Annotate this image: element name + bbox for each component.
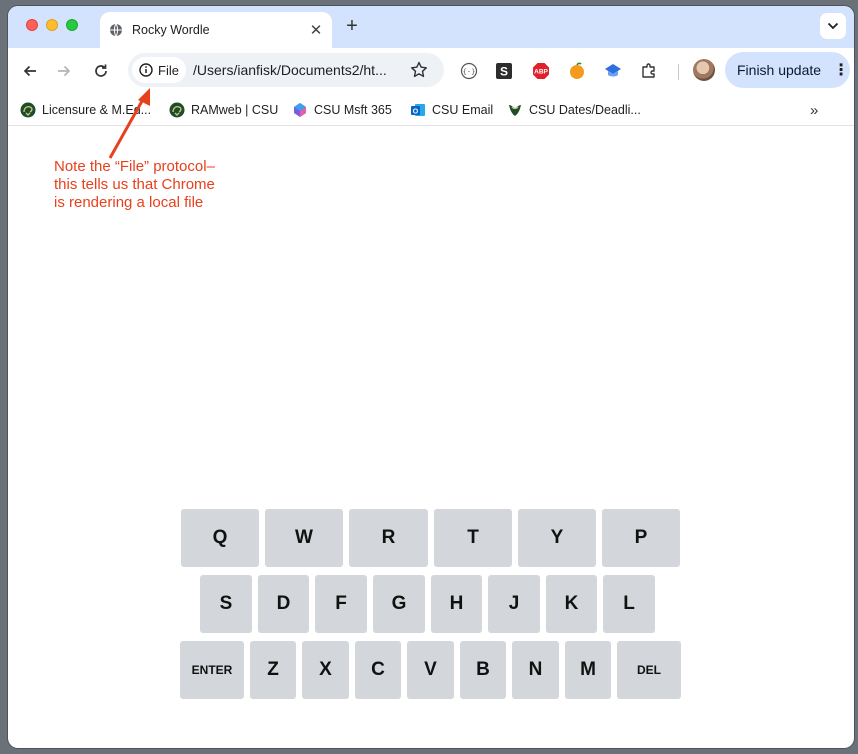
tab-search-button[interactable] bbox=[820, 13, 846, 39]
globe-icon bbox=[109, 23, 123, 37]
reload-icon bbox=[95, 64, 107, 77]
svg-text:ABP: ABP bbox=[534, 69, 548, 76]
key-g[interactable]: G bbox=[373, 575, 425, 633]
annotation-arrow bbox=[108, 88, 150, 159]
blue-extension-icon[interactable] bbox=[603, 61, 623, 81]
key-p[interactable]: P bbox=[602, 509, 680, 567]
url-text[interactable]: /Users/ianfisk/Documents2/ht... bbox=[193, 62, 387, 78]
profile-avatar[interactable] bbox=[693, 59, 715, 81]
more-options-icon[interactable]: ⋮ bbox=[833, 60, 849, 80]
bookmark-star-icon[interactable] bbox=[409, 60, 429, 80]
tab-close-icon[interactable]: ✕ bbox=[306, 21, 326, 39]
tab-strip: Rocky Wordle ✕ + bbox=[8, 6, 854, 48]
finish-update-button[interactable]: Finish update ⋮ bbox=[725, 52, 850, 88]
info-icon bbox=[139, 63, 153, 77]
bookmark-item-csu-dates[interactable]: CSU Dates/Deadli... bbox=[507, 99, 641, 121]
bookmark-label: CSU Dates/Deadli... bbox=[529, 103, 641, 117]
bookmark-label: RAMweb | CSU bbox=[191, 103, 279, 117]
key-w[interactable]: W bbox=[265, 509, 343, 567]
tab-rocky-wordle[interactable]: Rocky Wordle ✕ bbox=[100, 12, 332, 48]
key-k[interactable]: K bbox=[546, 575, 597, 633]
key-l[interactable]: L bbox=[603, 575, 655, 633]
key-h[interactable]: H bbox=[431, 575, 482, 633]
svg-text:{·}: {·} bbox=[463, 68, 476, 76]
key-z[interactable]: Z bbox=[250, 641, 296, 699]
more-bookmarks-icon[interactable]: » bbox=[810, 102, 818, 119]
key-m[interactable]: M bbox=[565, 641, 611, 699]
bookmark-item-ramweb[interactable]: RAMweb | CSU bbox=[169, 99, 278, 121]
new-tab-button[interactable]: + bbox=[342, 15, 362, 37]
bookmark-label: CSU Email bbox=[432, 103, 494, 117]
svg-text:S: S bbox=[500, 65, 508, 79]
protocol-label: File bbox=[158, 62, 179, 78]
key-d[interactable]: D bbox=[258, 575, 309, 633]
key-enter[interactable]: ENTER bbox=[180, 641, 244, 699]
key-v[interactable]: V bbox=[407, 641, 454, 699]
close-window-button[interactable] bbox=[26, 19, 38, 31]
csu-ram-icon bbox=[507, 102, 523, 118]
forward-button[interactable] bbox=[52, 59, 76, 83]
chevron-down-icon bbox=[827, 22, 839, 30]
annotation-note: Note the “File” protocol– this tells us … bbox=[54, 158, 274, 212]
key-j[interactable]: J bbox=[488, 575, 540, 633]
site-info-chip[interactable]: File bbox=[132, 57, 186, 83]
annotation-line: this tells us that Chrome bbox=[54, 176, 215, 193]
key-q[interactable]: Q bbox=[181, 509, 259, 567]
bookmark-label: CSU Msft 365 bbox=[314, 103, 392, 117]
reload-button[interactable] bbox=[89, 59, 113, 83]
tab-title: Rocky Wordle bbox=[132, 23, 210, 37]
bookmark-item-msft365[interactable]: CSU Msft 365 bbox=[292, 99, 392, 121]
key-t[interactable]: T bbox=[434, 509, 512, 567]
minimize-window-button[interactable] bbox=[46, 19, 58, 31]
toolbar-divider bbox=[678, 64, 679, 80]
puzzle-extensions-icon[interactable] bbox=[639, 61, 659, 81]
key-s[interactable]: S bbox=[200, 575, 252, 633]
finish-update-label: Finish update bbox=[737, 62, 822, 78]
s-extension-icon[interactable]: S bbox=[494, 61, 514, 81]
key-r[interactable]: R bbox=[349, 509, 428, 567]
back-arrow-icon bbox=[23, 65, 36, 77]
svg-text:O: O bbox=[413, 109, 419, 116]
outlook-icon: O bbox=[410, 102, 426, 118]
adblock-plus-icon[interactable]: ABP bbox=[531, 61, 551, 81]
key-f[interactable]: F bbox=[315, 575, 367, 633]
microsoft-365-icon bbox=[292, 102, 308, 118]
address-bar[interactable]: File /Users/ianfisk/Documents2/ht... bbox=[128, 53, 444, 87]
browser-window: Rocky Wordle ✕ + File /Users/ianfisk/Doc… bbox=[8, 6, 854, 748]
maximize-window-button[interactable] bbox=[66, 19, 78, 31]
key-c[interactable]: C bbox=[355, 641, 401, 699]
key-del[interactable]: DEL bbox=[617, 641, 681, 699]
back-button[interactable] bbox=[18, 59, 42, 83]
devtools-extension-icon[interactable]: {·} bbox=[459, 61, 479, 81]
bookmark-item-csu-email[interactable]: O CSU Email bbox=[410, 99, 493, 121]
csu-ram-icon bbox=[20, 102, 36, 118]
key-b[interactable]: B bbox=[460, 641, 506, 699]
key-x[interactable]: X bbox=[302, 641, 349, 699]
orange-extension-icon[interactable] bbox=[567, 61, 587, 81]
csu-ram-icon bbox=[169, 102, 185, 118]
annotation-line: is rendering a local file bbox=[54, 194, 204, 211]
key-n[interactable]: N bbox=[512, 641, 559, 699]
key-y[interactable]: Y bbox=[518, 509, 596, 567]
forward-arrow-icon bbox=[58, 65, 71, 77]
annotation-line: Note the “File” protocol– bbox=[54, 158, 215, 175]
